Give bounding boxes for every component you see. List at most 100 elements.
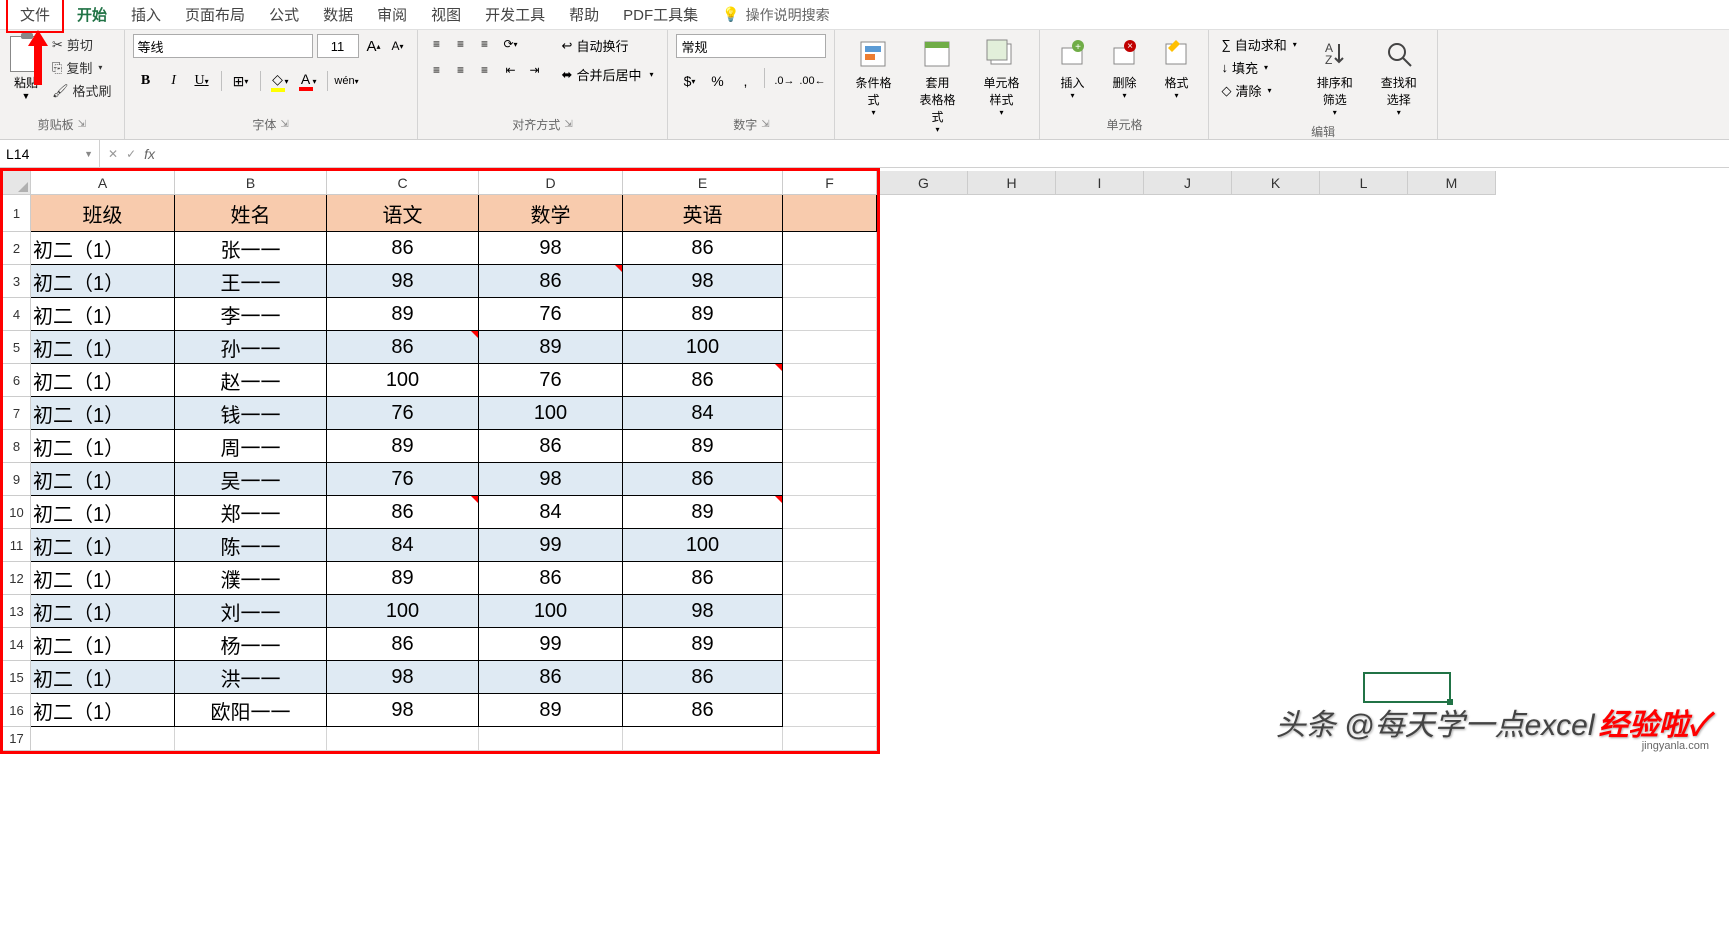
cell[interactable]: 100 (623, 529, 783, 562)
fill-color-button[interactable]: ◇▾ (267, 68, 293, 94)
menu-page-layout[interactable]: 页面布局 (173, 0, 257, 31)
cell[interactable]: 欧阳一一 (175, 694, 327, 727)
cell[interactable]: 洪一一 (175, 661, 327, 694)
row-header-15[interactable]: 15 (3, 661, 31, 694)
cell[interactable]: 初二（1） (31, 397, 175, 430)
cell[interactable]: 98 (623, 265, 783, 298)
cell[interactable]: 钱一一 (175, 397, 327, 430)
cell[interactable]: 86 (479, 430, 623, 463)
bold-button[interactable]: B (133, 68, 159, 94)
cell[interactable]: 初二（1） (31, 562, 175, 595)
col-header-G[interactable]: G (880, 171, 968, 195)
underline-button[interactable]: U▾ (189, 68, 215, 94)
cell[interactable] (783, 298, 877, 331)
row-header-5[interactable]: 5 (3, 331, 31, 364)
delete-cells-button[interactable]: ×删除▾ (1100, 34, 1148, 104)
align-left-button[interactable]: ≡ (426, 60, 448, 80)
cell[interactable]: 王一一 (175, 265, 327, 298)
cell[interactable]: 郑一一 (175, 496, 327, 529)
cell[interactable]: 76 (327, 463, 479, 496)
cell[interactable]: 98 (327, 661, 479, 694)
phonetic-button[interactable]: wén▾ (334, 68, 360, 94)
col-header-I[interactable]: I (1056, 171, 1144, 195)
header-cell[interactable]: 姓名 (175, 195, 327, 232)
row-header-2[interactable]: 2 (3, 232, 31, 265)
header-cell[interactable]: 数学 (479, 195, 623, 232)
accounting-format-button[interactable]: $▾ (676, 68, 702, 94)
cell[interactable]: 86 (623, 661, 783, 694)
col-header-D[interactable]: D (479, 171, 623, 195)
cell[interactable]: 76 (479, 298, 623, 331)
cell[interactable]: 89 (623, 628, 783, 661)
cell[interactable]: 100 (479, 397, 623, 430)
cell[interactable]: 张一一 (175, 232, 327, 265)
col-header-A[interactable]: A (31, 171, 175, 195)
cell[interactable]: 98 (327, 265, 479, 298)
autosum-button[interactable]: ∑自动求和▾ (1217, 34, 1300, 55)
cell[interactable]: 89 (327, 298, 479, 331)
decrease-indent-button[interactable]: ⇤ (500, 60, 522, 80)
cell[interactable]: 100 (327, 595, 479, 628)
cell-styles-button[interactable]: 单元格样式▾ (971, 34, 1031, 121)
font-size-select[interactable] (317, 34, 359, 58)
menu-insert[interactable]: 插入 (119, 0, 173, 31)
cell[interactable]: 刘一一 (175, 595, 327, 628)
conditional-format-button[interactable]: 条件格式▾ (843, 34, 903, 121)
cell[interactable]: 89 (623, 430, 783, 463)
menu-home[interactable]: 开始 (65, 0, 119, 31)
cell[interactable]: 初二（1） (31, 463, 175, 496)
row-header-11[interactable]: 11 (3, 529, 31, 562)
number-format-select[interactable] (676, 34, 826, 58)
cell[interactable] (783, 694, 877, 727)
row-header-13[interactable]: 13 (3, 595, 31, 628)
cell[interactable]: 初二（1） (31, 298, 175, 331)
cell[interactable] (783, 430, 877, 463)
clear-button[interactable]: ◇清除▾ (1217, 80, 1300, 101)
cell[interactable]: 86 (479, 562, 623, 595)
enter-formula-icon[interactable]: ✓ (126, 147, 136, 161)
percent-format-button[interactable]: % (704, 68, 730, 94)
cell[interactable] (783, 265, 877, 298)
row-header-9[interactable]: 9 (3, 463, 31, 496)
format-table-button[interactable]: 套用 表格格式▾ (907, 34, 967, 138)
find-select-button[interactable]: 查找和选择▾ (1369, 34, 1429, 121)
cell[interactable]: 86 (623, 364, 783, 397)
fill-button[interactable]: ↓填充▾ (1217, 57, 1300, 78)
cell[interactable]: 84 (327, 529, 479, 562)
cell[interactable] (783, 364, 877, 397)
cell[interactable]: 98 (327, 694, 479, 727)
col-header-M[interactable]: M (1408, 171, 1496, 195)
cell[interactable] (783, 562, 877, 595)
row-header-17[interactable]: 17 (3, 727, 31, 751)
cell[interactable] (783, 397, 877, 430)
header-cell[interactable]: 班级 (31, 195, 175, 232)
menu-help[interactable]: 帮助 (557, 0, 611, 31)
format-cells-button[interactable]: 格式▾ (1152, 34, 1200, 104)
align-top-button[interactable]: ≡ (426, 34, 448, 54)
cell[interactable]: 初二（1） (31, 430, 175, 463)
cell[interactable] (175, 727, 327, 751)
cell[interactable]: 89 (327, 430, 479, 463)
col-header-B[interactable]: B (175, 171, 327, 195)
row-header-1[interactable]: 1 (3, 195, 31, 232)
col-header-L[interactable]: L (1320, 171, 1408, 195)
col-header-F[interactable]: F (783, 171, 877, 195)
cell[interactable] (327, 727, 479, 751)
tell-me-search[interactable]: 💡 操作说明搜索 (722, 5, 829, 25)
cell[interactable]: 初二（1） (31, 265, 175, 298)
cell[interactable]: 初二（1） (31, 628, 175, 661)
cell[interactable]: 89 (623, 298, 783, 331)
align-right-button[interactable]: ≡ (474, 60, 496, 80)
cell[interactable]: 初二（1） (31, 661, 175, 694)
col-header-C[interactable]: C (327, 171, 479, 195)
cell[interactable] (783, 595, 877, 628)
menu-view[interactable]: 视图 (419, 0, 473, 31)
cell[interactable]: 99 (479, 628, 623, 661)
cell[interactable]: 84 (479, 496, 623, 529)
row-header-7[interactable]: 7 (3, 397, 31, 430)
cell[interactable]: 初二（1） (31, 331, 175, 364)
cell[interactable]: 86 (327, 628, 479, 661)
cell[interactable]: 76 (479, 364, 623, 397)
cell[interactable]: 98 (479, 232, 623, 265)
cell[interactable]: 76 (327, 397, 479, 430)
